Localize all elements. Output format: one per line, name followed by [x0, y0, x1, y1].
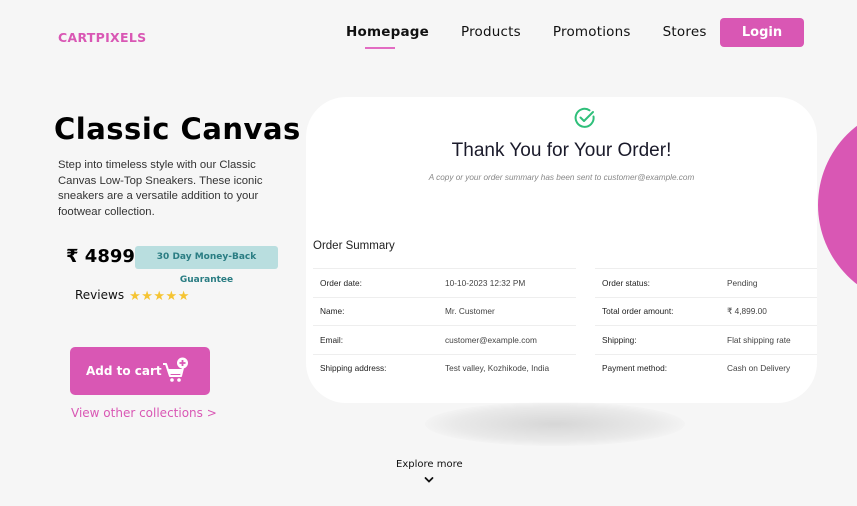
star-icon: ★	[141, 289, 153, 304]
add-to-cart-label: Add to cart	[86, 364, 162, 378]
summary-value: Flat shipping rate	[727, 334, 791, 345]
summary-row: Shipping address: Test valley, Kozhikode…	[313, 353, 576, 383]
summary-value: 10-10-2023 12:32 PM	[445, 277, 526, 288]
decorative-circle	[818, 105, 857, 305]
guarantee-badge: 30 Day Money-Back Guarantee	[135, 246, 278, 285]
star-rating: ★★★★★	[129, 285, 190, 304]
confirmation-subtitle: A copy or your order summary has been se…	[428, 173, 695, 182]
summary-row: Email: customer@example.com	[313, 325, 576, 354]
product-price: ₹ 4899	[66, 246, 135, 267]
summary-row: Payment method: Cash on Delivery	[595, 353, 817, 383]
summary-key: Total order amount:	[602, 306, 674, 317]
explore-more-link[interactable]: Explore more	[396, 459, 463, 470]
summary-value: Mr. Customer	[445, 306, 495, 317]
logo[interactable]: CARTPIXELS	[58, 30, 146, 45]
summary-key: Order status:	[602, 277, 650, 288]
summary-key: Payment method:	[602, 363, 668, 374]
summary-key: Name:	[320, 306, 345, 317]
login-button[interactable]: Login	[720, 18, 804, 47]
check-circle-icon	[574, 107, 595, 128]
product-description: Step into timeless style with our Classi…	[58, 159, 263, 219]
summary-row: Order date: 10-10-2023 12:32 PM	[313, 268, 576, 297]
order-summary-right: Order status: Pending Total order amount…	[595, 268, 817, 382]
card-shadow	[425, 402, 685, 446]
star-icon: ★	[153, 289, 166, 304]
nav-promotions[interactable]: Promotions	[553, 24, 631, 40]
nav-homepage[interactable]: Homepage	[346, 24, 429, 49]
star-icon: ★	[177, 289, 190, 304]
order-summary-heading: Order Summary	[313, 240, 395, 252]
summary-value: customer@example.com	[445, 334, 537, 345]
summary-key: Email:	[320, 334, 344, 345]
reviews-label: Reviews	[75, 287, 125, 302]
cart-plus-icon	[163, 357, 188, 382]
summary-row: Order status: Pending	[595, 268, 817, 297]
summary-key: Shipping:	[602, 334, 637, 345]
summary-value: Pending	[727, 277, 758, 288]
product-title: Classic Canvas	[54, 112, 301, 146]
star-icon: ★	[129, 289, 141, 304]
add-to-cart-button[interactable]: Add to cart	[70, 347, 210, 395]
chevron-down-icon[interactable]	[424, 476, 434, 484]
star-icon: ★	[165, 289, 178, 304]
summary-row: Shipping: Flat shipping rate	[595, 325, 817, 354]
order-confirmation-card: Thank You for Your Order! A copy or your…	[306, 97, 817, 403]
reviews: Reviews ★★★★★	[75, 285, 190, 304]
summary-value: Cash on Delivery	[727, 363, 791, 374]
summary-key: Order date:	[320, 277, 362, 288]
nav-stores[interactable]: Stores	[663, 24, 707, 40]
summary-value: Test valley, Kozhikode, India	[445, 363, 550, 374]
main-nav: Homepage Products Promotions Stores	[346, 24, 739, 49]
summary-row: Total order amount: ₹ 4,899.00	[595, 296, 817, 326]
summary-row: Name: Mr. Customer	[313, 296, 576, 326]
nav-products[interactable]: Products	[461, 24, 521, 40]
view-collections-link[interactable]: View other collections >	[71, 406, 217, 420]
summary-key: Shipping address:	[320, 363, 387, 374]
thank-you-heading: Thank You for Your Order!	[451, 140, 672, 161]
summary-value: ₹ 4,899.00	[727, 306, 767, 317]
order-summary-left: Order date: 10-10-2023 12:32 PM Name: Mr…	[313, 268, 576, 382]
